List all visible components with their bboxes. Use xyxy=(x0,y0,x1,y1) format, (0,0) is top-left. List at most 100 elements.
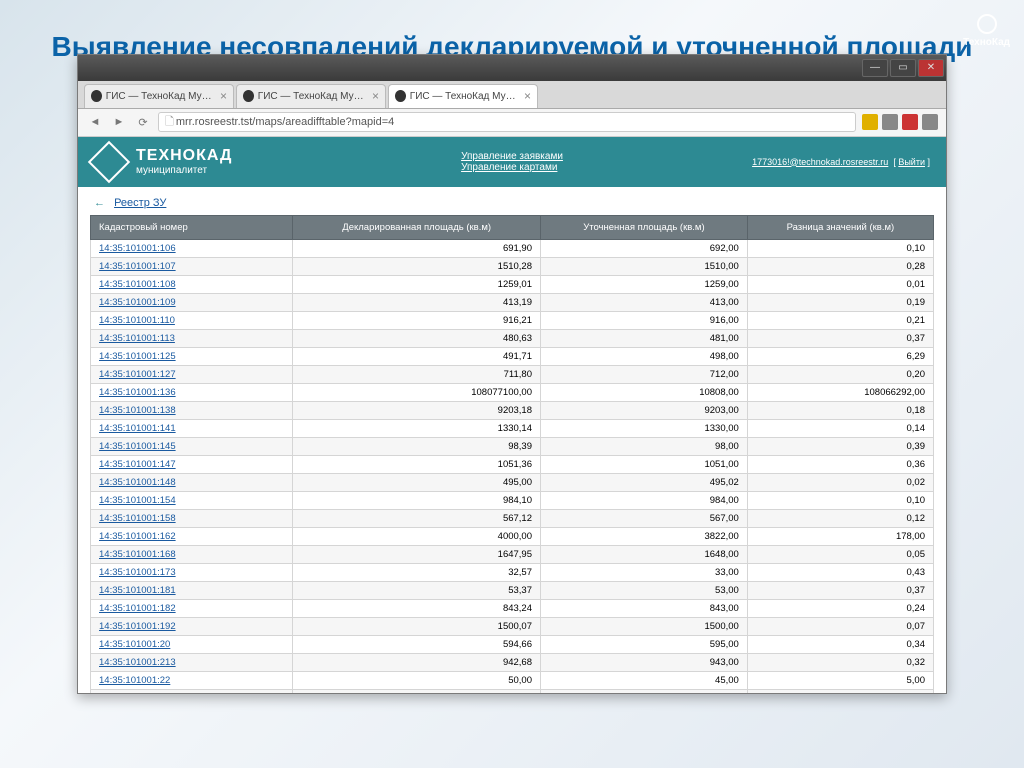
url-input[interactable]: 🗋 mrr.rosreestr.tst/maps/areadifftable?m… xyxy=(158,112,856,132)
url-text: mrr.rosreestr.tst/maps/areadifftable?map… xyxy=(176,116,394,128)
cell-declared: 413,19 xyxy=(293,293,541,311)
cell-cadastral: 14:35:101001:136 xyxy=(91,383,293,401)
cell-diff: 6,29 xyxy=(747,347,933,365)
cadastral-link[interactable]: 14:35:101001:22 xyxy=(99,675,170,686)
cell-diff: 0,34 xyxy=(747,635,933,653)
cell-diff: 0,19 xyxy=(747,293,933,311)
cadastral-link[interactable]: 14:35:101001:168 xyxy=(99,549,176,560)
tab-close-icon[interactable]: × xyxy=(220,89,227,103)
cell-declared: 843,24 xyxy=(293,599,541,617)
cadastral-link[interactable]: 14:35:101001:182 xyxy=(99,603,176,614)
window-minimize-button[interactable]: ― xyxy=(862,59,888,77)
col-refined[interactable]: Уточненная площадь (кв.м) xyxy=(541,215,748,239)
cell-cadastral: 14:35:101001:145 xyxy=(91,437,293,455)
cadastral-link[interactable]: 14:35:101001:108 xyxy=(99,279,176,290)
cell-diff: 0,14 xyxy=(747,419,933,437)
cell-cadastral: 14:35:101001:182 xyxy=(91,599,293,617)
extension-icon-2[interactable] xyxy=(902,114,918,130)
cadastral-link[interactable]: 14:35:101001:141 xyxy=(99,423,176,434)
link-manage-requests[interactable]: Управление заявками xyxy=(461,151,563,162)
cadastral-link[interactable]: 14:35:101001:145 xyxy=(99,441,176,452)
tab-label: ГИС — ТехноКад Муницп xyxy=(410,91,516,102)
cadastral-link[interactable]: 14:35:101001:138 xyxy=(99,405,176,416)
col-cadastral[interactable]: Кадастровый номер xyxy=(91,215,293,239)
watermark-text: ТехноКад xyxy=(963,37,1010,48)
table-row: 14:35:101001:154984,10984,000,10 xyxy=(91,491,934,509)
cadastral-link[interactable]: 14:35:101001:136 xyxy=(99,387,176,398)
cadastral-link[interactable]: 14:35:101001:125 xyxy=(99,351,176,362)
cadastral-link[interactable]: 14:35:101001:181 xyxy=(99,585,176,596)
cell-declared: 98,39 xyxy=(293,437,541,455)
cell-refined: 843,00 xyxy=(541,599,748,617)
extension-icon-1[interactable] xyxy=(882,114,898,130)
cell-cadastral: 14:35:101001:106 xyxy=(91,239,293,257)
table-row: 14:35:101001:18153,3753,000,37 xyxy=(91,581,934,599)
cadastral-link[interactable]: 14:35:101001:109 xyxy=(99,297,176,308)
logo-icon xyxy=(88,140,130,182)
menu-icon[interactable] xyxy=(922,114,938,130)
favicon-icon xyxy=(91,90,102,102)
cadastral-link[interactable]: 14:35:101001:162 xyxy=(99,531,176,542)
tab-close-icon[interactable]: × xyxy=(372,89,379,103)
cell-refined: 1259,00 xyxy=(541,275,748,293)
table-row: 14:35:101001:14598,3998,000,39 xyxy=(91,437,934,455)
cell-diff: 0,39 xyxy=(747,437,933,455)
cell-cadastral: 14:35:101001:162 xyxy=(91,527,293,545)
cell-cadastral: 14:35:101001:108 xyxy=(91,275,293,293)
cell-declared: 1259,01 xyxy=(293,275,541,293)
cadastral-link[interactable]: 14:35:101001:158 xyxy=(99,513,176,524)
cadastral-link[interactable]: 14:35:101001:154 xyxy=(99,495,176,506)
cell-refined: 33,00 xyxy=(541,563,748,581)
browser-tab[interactable]: ГИС — ТехноКад Муницп× xyxy=(236,84,386,108)
logout-link[interactable]: Выйти xyxy=(898,157,925,167)
watermark: ТехноКад xyxy=(963,14,1010,48)
browser-tab[interactable]: ГИС — ТехноКад Муницп × xyxy=(388,84,538,108)
cadastral-link[interactable]: 14:35:101001:110 xyxy=(99,315,175,326)
cadastral-link[interactable]: 14:35:101001:148 xyxy=(99,477,176,488)
table-row: 14:35:101001:20594,66595,000,34 xyxy=(91,635,934,653)
cadastral-link[interactable]: 14:35:101001:173 xyxy=(99,567,176,578)
cell-diff: 5,00 xyxy=(747,671,933,689)
cadastral-link[interactable]: 14:35:101001:113 xyxy=(99,333,175,344)
tab-close-icon[interactable]: × xyxy=(524,89,531,103)
cadastral-link[interactable]: 14:35:101001:213 xyxy=(99,657,176,668)
cell-declared: 491,71 xyxy=(293,347,541,365)
table-row: 14:35:101001:158567,12567,000,12 xyxy=(91,509,934,527)
cadastral-link[interactable]: 14:35:101001:192 xyxy=(99,621,176,632)
cell-declared: 495,00 xyxy=(293,473,541,491)
table-row: 14:35:101001:1411330,141330,000,14 xyxy=(91,419,934,437)
cadastral-link[interactable]: 14:35:101001:147 xyxy=(99,459,176,470)
brand-name: ТЕХНОКАД xyxy=(136,147,232,165)
breadcrumb-link[interactable]: Реестр ЗУ xyxy=(114,197,166,209)
browser-tab[interactable]: ГИС — ТехноКад Муницп× xyxy=(84,84,234,108)
brand-subtitle: муниципалитет xyxy=(136,165,232,176)
cell-declared: 711,80 xyxy=(293,365,541,383)
bookmark-icon[interactable] xyxy=(862,114,878,130)
favicon-icon xyxy=(243,90,254,102)
cell-refined: 495,02 xyxy=(541,473,748,491)
reload-button[interactable]: ⟳ xyxy=(134,113,152,131)
forward-button[interactable]: ► xyxy=(110,113,128,131)
user-email-link[interactable]: 1773016!@technokad.rosreestr.ru xyxy=(752,157,888,167)
browser-tabs-bar: ГИС — ТехноКад Муницп×ГИС — ТехноКад Мун… xyxy=(78,81,946,109)
back-button[interactable]: ◄ xyxy=(86,113,104,131)
link-manage-maps[interactable]: Управление картами xyxy=(461,162,563,173)
cadastral-link[interactable]: 14:35:101001:127 xyxy=(99,369,176,380)
col-difference[interactable]: Разница значений (кв.м) xyxy=(747,215,933,239)
table-row: 14:35:101001:17332,5733,000,43 xyxy=(91,563,934,581)
area-diff-table: Кадастровый номер Декларированная площад… xyxy=(90,215,934,693)
logo-text: ТЕХНОКАД муниципалитет xyxy=(136,147,232,176)
table-row: 14:35:101001:2250,0045,005,00 xyxy=(91,671,934,689)
table-row: 14:35:101001:127711,80712,000,20 xyxy=(91,365,934,383)
cadastral-link[interactable]: 14:35:101001:20 xyxy=(99,639,170,650)
window-maximize-button[interactable]: ▭ xyxy=(890,59,916,77)
cadastral-link[interactable]: 14:35:101001:106 xyxy=(99,243,176,254)
col-declared[interactable]: Декларированная площадь (кв.м) xyxy=(293,215,541,239)
cell-cadastral: 14:35:101001:213 xyxy=(91,653,293,671)
cell-declared: 1510,28 xyxy=(293,257,541,275)
cell-cadastral: 14:35:101001:232 xyxy=(91,689,293,693)
cadastral-link[interactable]: 14:35:101001:107 xyxy=(99,261,176,272)
window-close-button[interactable]: ✕ xyxy=(918,59,944,77)
cell-refined: 481,00 xyxy=(541,329,748,347)
cell-declared: 942,68 xyxy=(293,653,541,671)
